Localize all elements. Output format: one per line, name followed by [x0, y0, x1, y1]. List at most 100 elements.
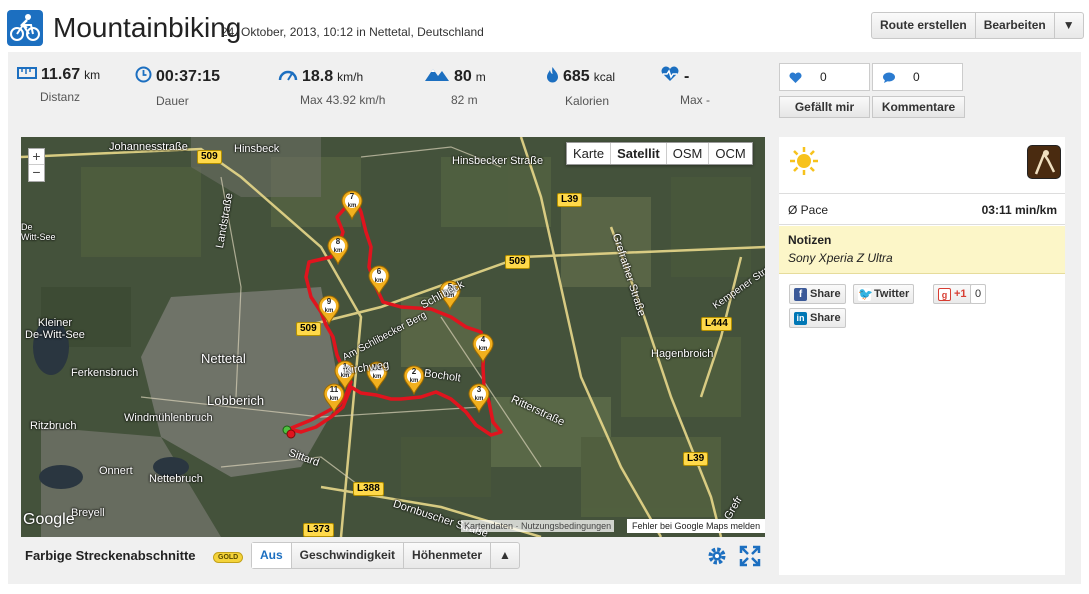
map-label-kleiner-dewittsee: Kleiner De-Witt-See — [25, 317, 85, 341]
map-label-windmuehlenbruch: Windmühlenbruch — [124, 412, 213, 424]
comment-bubble-icon — [882, 71, 896, 89]
segment-mode-tabs: Aus Geschwindigkeit Höhenmeter ▲ — [251, 542, 520, 569]
comments-count: 0 — [913, 70, 920, 84]
road-sign-l373: L373 — [303, 523, 334, 537]
map-label-breyell: Breyell — [71, 507, 105, 519]
notes-box: Notizen Sony Xperia Z Ultra — [779, 226, 1065, 274]
elevation-unit: m — [475, 69, 486, 84]
map-label-johannesstrasse: Johannesstraße — [109, 141, 188, 153]
duration-value: 00:37:15 — [156, 68, 221, 85]
colored-segments-label: Farbige Streckenabschnitte — [25, 548, 196, 563]
segment-tab-elevation[interactable]: Höhenmeter — [404, 543, 492, 568]
km-marker-11[interactable]: 11 km — [323, 383, 345, 414]
page-header: Mountainbiking 24. Oktober, 2013, 10:12 … — [0, 0, 1089, 52]
zoom-control: + − — [28, 148, 45, 182]
elevation-value: 80 — [454, 67, 472, 85]
sports-app-icon — [1027, 145, 1061, 179]
map-label-nettebruch: Nettebruch — [149, 473, 203, 485]
google-plus-label: +1 — [954, 288, 967, 300]
stat-duration: 00:37:15 Dauer — [135, 66, 220, 108]
pace-label: Ø Pace — [788, 203, 829, 217]
header-actions: Route erstellen Bearbeiten ▼ — [871, 12, 1084, 39]
duration-label: Dauer — [156, 94, 189, 108]
settings-gear-icon[interactable] — [706, 545, 728, 572]
google-plus-button[interactable]: g +1 — [933, 284, 972, 304]
heart-icon — [789, 71, 802, 89]
like-button[interactable]: Gefällt mir — [779, 96, 870, 118]
road-sign-l444: L444 — [701, 317, 732, 331]
pace-row: Ø Pace 03:11 min/km — [779, 193, 1065, 225]
twitter-bird-icon: 🐦 — [858, 286, 873, 301]
road-sign-l388: L388 — [353, 482, 384, 496]
km-marker-6[interactable]: 6 km — [368, 265, 390, 296]
heartrate-max-label: Max - — [680, 93, 710, 107]
speed-unit: km/h — [337, 69, 364, 84]
km-marker-8[interactable]: 8 km — [327, 235, 349, 266]
report-map-error-link[interactable]: Fehler bei Google Maps melden — [627, 519, 765, 533]
distance-value: 11.67 — [41, 66, 81, 83]
km-marker-2[interactable]: 2 km — [403, 365, 425, 396]
km-marker-4[interactable]: 4 km — [472, 333, 494, 364]
flame-icon — [546, 66, 559, 88]
mountainbike-icon — [7, 10, 43, 46]
comment-button[interactable]: Kommentare — [872, 96, 965, 118]
route-map[interactable]: 1 km 2 km 3 km 4 km 5 km 6 km 7 km 8 km 9 km 10 km 11 km Joha… — [21, 137, 765, 537]
road-sign-l39: L39 — [683, 452, 709, 466]
km-marker-label: 6 km — [374, 267, 384, 285]
more-dropdown-button[interactable]: ▼ — [1055, 13, 1083, 38]
google-plus-icon: g — [938, 287, 951, 301]
fullscreen-icon[interactable] — [739, 545, 761, 572]
notes-text: Sony Xperia Z Ultra — [788, 251, 893, 265]
stat-distance: 11.67 km Distanz — [17, 66, 100, 104]
map-type-switcher: Karte Satellit OSM OCM — [566, 142, 753, 165]
calories-unit: kcal — [593, 70, 616, 84]
speedometer-icon — [278, 66, 298, 87]
distance-label: Distanz — [40, 90, 81, 104]
map-type-satellit[interactable]: Satellit — [611, 143, 667, 164]
km-marker-label: 2 km — [409, 367, 419, 385]
google-logo[interactable]: Google — [23, 511, 75, 529]
page-title: Mountainbiking — [53, 12, 242, 43]
zoom-in-button[interactable]: + — [29, 149, 44, 165]
facebook-share-button[interactable]: f Share — [789, 284, 846, 304]
stat-speed: 18.8 km/h Max 43.92 km/h — [278, 66, 385, 107]
map-type-karte[interactable]: Karte — [567, 143, 612, 164]
km-marker-label: 8 km — [333, 237, 343, 255]
map-label-dewittsee: De Witt-See — [21, 222, 56, 242]
road-sign-l39: L39 — [557, 193, 583, 207]
map-label-lobberich: Lobberich — [207, 393, 265, 408]
km-marker-label: 3 km — [474, 385, 484, 403]
linkedin-share-label: Share — [810, 312, 841, 324]
map-label-hagenbroich: Hagenbroich — [651, 348, 714, 360]
edit-button[interactable]: Bearbeiten — [976, 13, 1055, 38]
km-marker-3[interactable]: 3 km — [468, 383, 490, 414]
segment-tab-off[interactable]: Aus — [252, 543, 292, 568]
calories-label: Kalorien — [565, 94, 610, 108]
clock-icon — [135, 66, 152, 88]
elevation-max-label: 82 m — [451, 93, 478, 107]
pace-value: 03:11 min/km — [981, 203, 1057, 217]
twitter-share-button[interactable]: 🐦 Twitter — [853, 284, 915, 304]
road-sign-509: 509 — [505, 255, 530, 269]
zoom-out-button[interactable]: − — [29, 165, 44, 181]
map-terms-link[interactable]: Kartendaten · Nutzungsbedingungen — [461, 520, 615, 532]
likes-count: 0 — [820, 70, 827, 84]
km-marker-label: 4 km — [478, 335, 488, 353]
map-label-ritzbruch: Ritzbruch — [30, 420, 77, 432]
speed-value: 18.8 — [302, 67, 334, 85]
map-type-osm[interactable]: OSM — [667, 143, 710, 164]
comments-count-box: 0 — [872, 63, 963, 91]
map-type-ocm[interactable]: OCM — [709, 143, 751, 164]
notes-title: Notizen — [788, 233, 832, 247]
mountain-icon — [424, 66, 450, 87]
linkedin-icon: in — [794, 311, 807, 325]
create-route-button[interactable]: Route erstellen — [872, 13, 976, 38]
segment-tab-collapse[interactable]: ▲ — [491, 543, 519, 568]
linkedin-share-button[interactable]: in Share — [789, 308, 846, 328]
stat-elevation: 80 m 82 m — [424, 66, 486, 107]
segment-tab-speed[interactable]: Geschwindigkeit — [292, 543, 405, 568]
heartrate-value: - — [684, 67, 690, 85]
km-marker-9[interactable]: 9 km — [318, 295, 340, 326]
km-marker-7[interactable]: 7 km — [341, 190, 363, 221]
map-label-ferkensbruch: Ferkensbruch — [71, 367, 139, 379]
